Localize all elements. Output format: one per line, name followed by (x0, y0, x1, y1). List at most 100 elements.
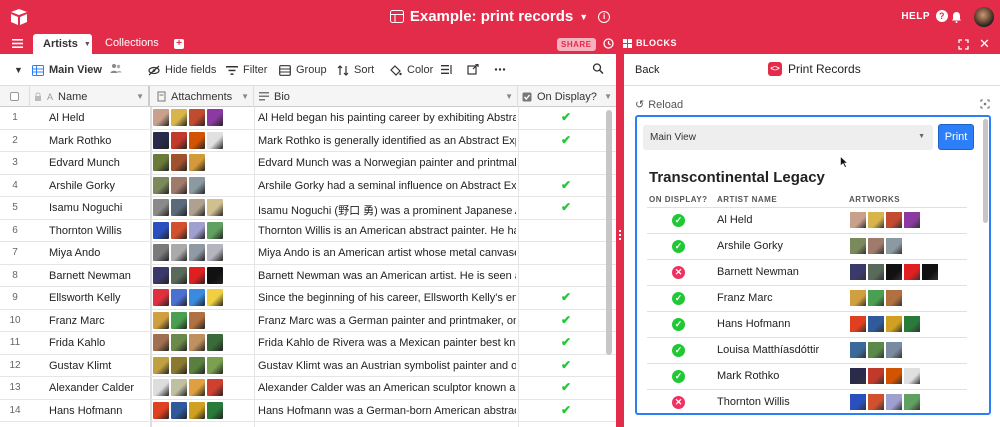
check-icon[interactable]: ✔ (561, 133, 571, 147)
bio-cell[interactable]: Barnett Newman was an American artist. H… (258, 270, 516, 282)
bio-cell[interactable]: Frida Kahlo de Rivera was a Mexican pain… (258, 337, 516, 349)
attachment-thumbnail[interactable] (207, 109, 223, 126)
attachment-thumbnail[interactable] (189, 401, 205, 419)
attachment-thumbnail[interactable] (171, 356, 187, 374)
artist-name-cell[interactable]: Thornton Willis (49, 225, 122, 237)
fullscreen-icon[interactable] (958, 39, 969, 50)
attachment-thumbnail[interactable] (189, 334, 205, 351)
table-row[interactable]: 5 Isamu Noguchi Isamu Noguchi (野口 勇) was a… (0, 197, 616, 220)
sort-button[interactable]: Sort (337, 64, 374, 76)
view-select[interactable]: Main View ▼ (643, 125, 933, 150)
bio-cell[interactable]: Alexander Calder was an American sculpto… (258, 382, 516, 394)
avatar[interactable] (974, 7, 994, 27)
bio-cell[interactable]: Franz Marc was a German painter and prin… (258, 315, 516, 327)
table-row[interactable]: 13 Alexander Calder Alexander Calder was a… (0, 377, 616, 400)
attachment-thumbnail[interactable] (171, 379, 187, 396)
table-row[interactable]: 9 Ellsworth Kelly Since the beginning of h… (0, 287, 616, 310)
attachment-thumbnail[interactable] (171, 401, 187, 419)
attachments-cell[interactable] (153, 221, 223, 240)
attachments-cell[interactable] (153, 266, 223, 285)
artist-name-cell[interactable]: Frida Kahlo (49, 337, 105, 349)
expand-icon[interactable] (980, 99, 990, 109)
table-row[interactable]: 1 Al Held Al Held began his painting caree… (0, 107, 616, 130)
attachment-thumbnail[interactable] (153, 266, 169, 284)
tab-collections[interactable]: Collections (105, 37, 159, 49)
base-title[interactable]: Example: print records ▼ i (0, 8, 1000, 27)
check-icon[interactable]: ✔ (561, 313, 571, 327)
attachment-thumbnail[interactable] (171, 266, 187, 284)
artist-name-cell[interactable]: Isamu Noguchi (49, 202, 122, 214)
attachments-cell[interactable] (153, 109, 223, 127)
attachment-thumbnail[interactable] (153, 154, 169, 171)
attachments-cell[interactable] (153, 244, 223, 262)
artist-name-cell[interactable]: Alexander Calder (49, 382, 134, 394)
attachment-thumbnail[interactable] (171, 131, 187, 149)
attachment-thumbnail[interactable] (207, 266, 223, 284)
attachment-thumbnail[interactable] (189, 244, 205, 261)
more-icon[interactable] (494, 64, 506, 75)
artist-name-cell[interactable]: Miya Ando (49, 247, 100, 259)
attachment-thumbnail[interactable] (207, 199, 223, 216)
attachment-thumbnail[interactable] (207, 131, 223, 149)
attachment-thumbnail[interactable] (189, 356, 205, 374)
share-button[interactable]: SHARE (557, 38, 596, 51)
bio-cell[interactable]: Hans Hofmann was a German-born American … (258, 405, 516, 417)
close-icon[interactable]: ✕ (979, 36, 990, 52)
select-all-checkbox[interactable] (0, 86, 30, 107)
attachment-thumbnail[interactable] (189, 109, 205, 126)
bell-icon[interactable] (951, 11, 962, 23)
attachment-thumbnail[interactable] (171, 221, 187, 239)
chevron-down-icon[interactable]: ▼ (579, 12, 588, 22)
attachment-thumbnail[interactable] (189, 379, 205, 396)
table-row[interactable]: 12 Gustav Klimt Gustav Klimt was an Austri… (0, 355, 616, 377)
table-row[interactable]: 7 Miya Ando Miya Ando is an American artis… (0, 242, 616, 265)
attachment-thumbnail[interactable] (171, 244, 187, 261)
attachment-thumbnail[interactable] (189, 221, 205, 239)
artist-name-cell[interactable]: Hans Hofmann (49, 405, 122, 417)
chevron-down-icon[interactable]: ▼ (136, 92, 144, 101)
artist-name-cell[interactable]: Arshile Gorky (49, 180, 115, 192)
attachments-cell[interactable] (153, 401, 223, 420)
row-height-icon[interactable] (441, 64, 453, 75)
attachment-thumbnail[interactable] (207, 244, 223, 261)
sidebar-toggle-icon[interactable]: ▼ (14, 65, 23, 75)
check-icon[interactable]: ✔ (561, 178, 571, 192)
column-header-on-display[interactable]: On Display? ▼ (518, 86, 616, 107)
bio-cell[interactable]: Miya Ando is an American artist whose me… (258, 247, 516, 259)
attachment-thumbnail[interactable] (189, 131, 205, 149)
chevron-down-icon[interactable]: ▼ (604, 92, 612, 101)
attachment-thumbnail[interactable] (153, 109, 169, 126)
block-scrollbar[interactable] (983, 119, 988, 223)
bio-cell[interactable]: Edvard Munch was a Norwegian painter and… (258, 157, 516, 169)
artist-name-cell[interactable]: Mark Rothko (49, 135, 111, 147)
check-icon[interactable]: ✔ (561, 290, 571, 304)
menu-icon[interactable] (12, 39, 23, 48)
attachment-thumbnail[interactable] (207, 289, 223, 306)
search-icon[interactable] (592, 63, 604, 74)
attachment-thumbnail[interactable] (153, 289, 169, 306)
attachment-thumbnail[interactable] (207, 334, 223, 351)
attachment-thumbnail[interactable] (153, 356, 169, 374)
add-table-icon[interactable]: + (174, 39, 184, 49)
bio-cell[interactable]: Since the beginning of his career, Ellsw… (258, 292, 516, 304)
table-row[interactable]: 3 Edvard Munch Edvard Munch was a Norwegia… (0, 152, 616, 175)
attachment-thumbnail[interactable] (153, 401, 169, 419)
attachment-thumbnail[interactable] (189, 311, 205, 329)
back-button[interactable]: Back (635, 64, 659, 76)
attachment-thumbnail[interactable] (153, 379, 169, 396)
column-header-name[interactable]: A Name ▼ (30, 86, 150, 107)
table-row[interactable]: 8 Barnett Newman Barnett Newman was an Ame… (0, 265, 616, 287)
attachments-cell[interactable] (153, 311, 205, 330)
attachment-thumbnail[interactable] (171, 199, 187, 216)
help-link[interactable]: HELP? (901, 10, 948, 22)
attachments-cell[interactable] (153, 176, 205, 195)
attachment-thumbnail[interactable] (153, 221, 169, 239)
attachment-thumbnail[interactable] (189, 289, 205, 306)
attachment-thumbnail[interactable] (207, 221, 223, 239)
table-row[interactable]: 10 Franz Marc Franz Marc was a German pain… (0, 310, 616, 332)
bio-cell[interactable]: Isamu Noguchi (野口 勇) was a prominent Jap… (258, 202, 516, 218)
attachments-cell[interactable] (153, 154, 205, 172)
vertical-scrollbar[interactable] (606, 110, 612, 355)
attachment-thumbnail[interactable] (207, 356, 223, 374)
attachment-thumbnail[interactable] (171, 334, 187, 351)
